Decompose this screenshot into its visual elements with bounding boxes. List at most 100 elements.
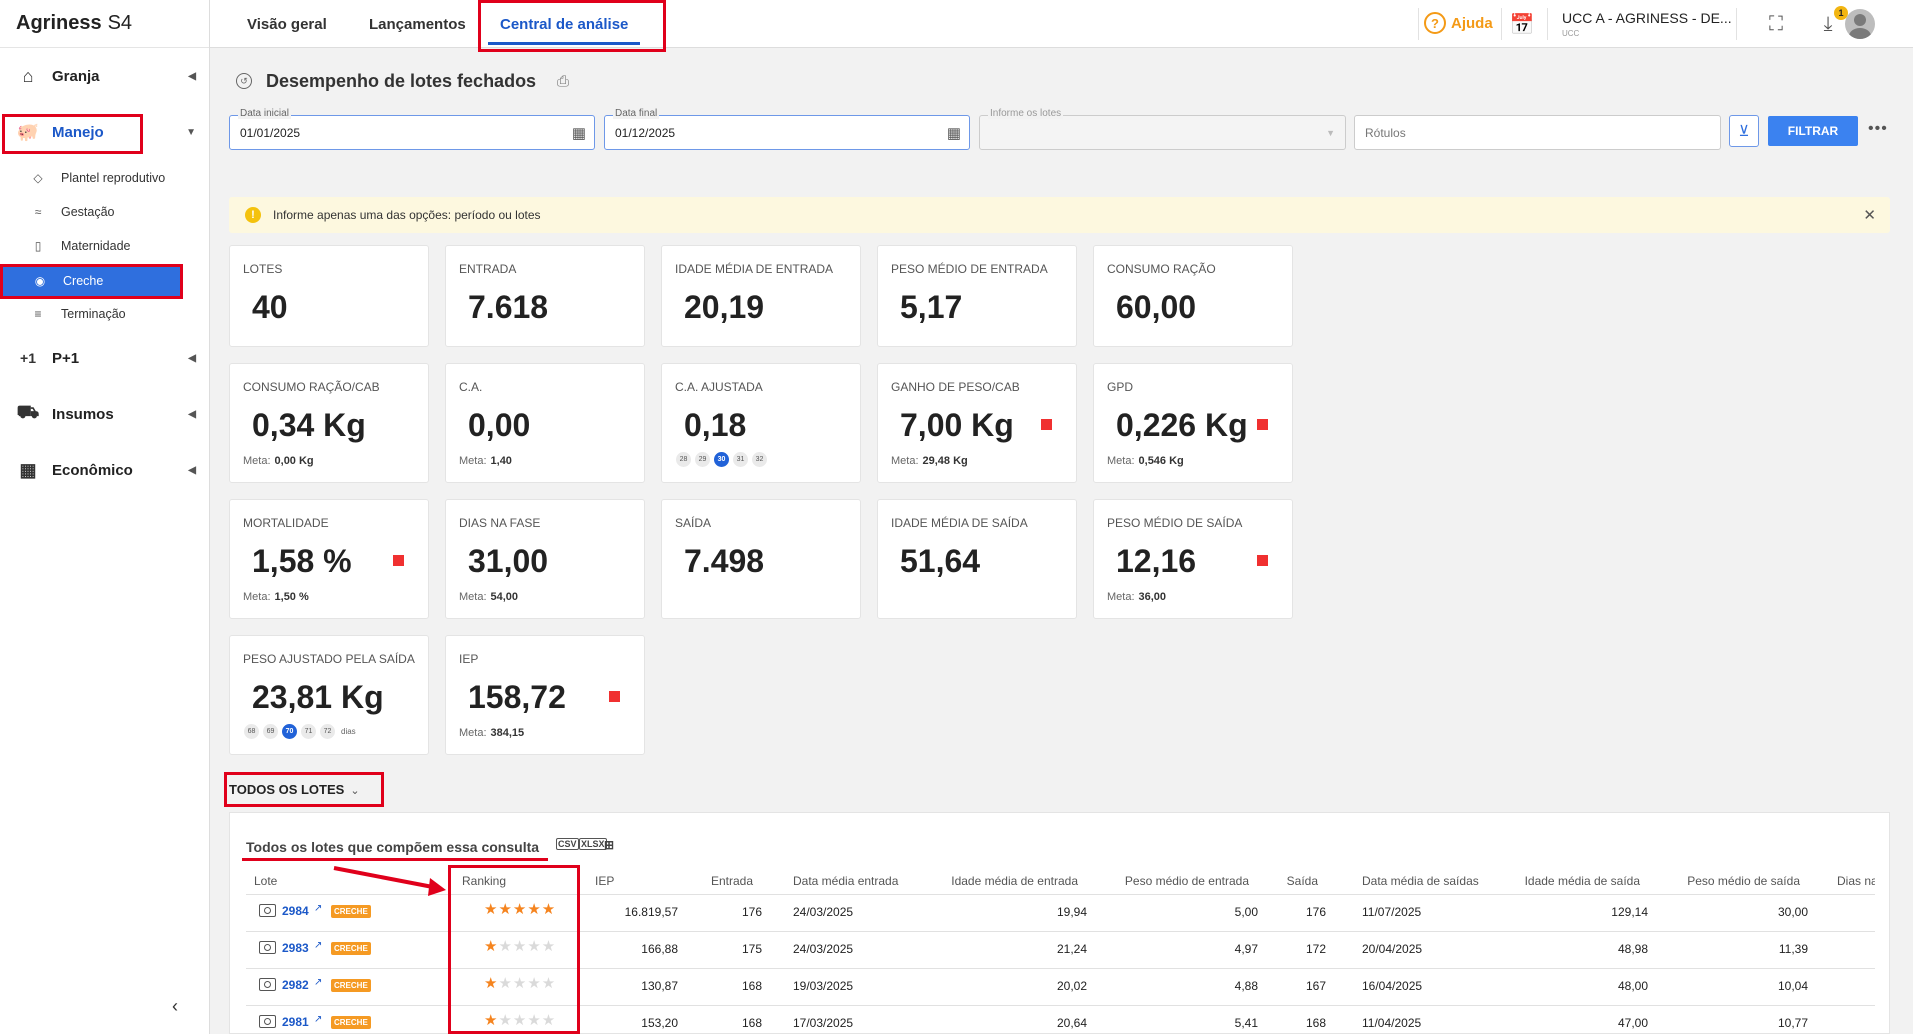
sidebar-subitem-plantel[interactable]: ◇ Plantel reprodutivo — [0, 163, 210, 193]
status-badge: CRECHE — [331, 979, 371, 992]
pig-icon: 🐖 — [16, 121, 40, 142]
avatar[interactable] — [1845, 9, 1875, 39]
page-title: Desempenho de lotes fechados — [266, 71, 537, 91]
sidebar-subitem-maternidade[interactable]: ▯ Maternidade — [0, 231, 210, 261]
card-peso-medio-entrada: Peso médio de entrada 5,17 — [877, 245, 1077, 347]
external-link-icon[interactable]: ↗ — [314, 1014, 322, 1025]
column-header-idade-media-saida[interactable]: Idade média de saída — [1480, 874, 1640, 888]
close-icon[interactable]: ✕ — [1863, 206, 1876, 224]
tab-lancamentos[interactable]: Lançamentos — [369, 0, 466, 48]
column-header-data-media-entrada[interactable]: Data média entrada — [793, 874, 898, 888]
cell-idade-saida: 48,00 — [1617, 979, 1648, 993]
lote-link[interactable]: 2983 — [282, 941, 309, 955]
sidebar-item-insumos[interactable]: ⛟ Insumos ◀ — [0, 394, 210, 434]
external-link-icon[interactable]: ↗ — [314, 940, 322, 951]
lote-link[interactable]: 2982 — [282, 978, 309, 992]
sidebar-item-economico[interactable]: ▦ Econômico ◀ — [0, 450, 210, 490]
column-header-data-media-saidas[interactable]: Data média de saídas — [1362, 874, 1479, 888]
day-pill[interactable]: 72 — [320, 724, 335, 739]
alert-flag — [1257, 419, 1268, 430]
column-header-idade-media-entrada[interactable]: Idade média de entrada — [900, 874, 1078, 888]
scan-icon[interactable]: ⛶ — [1762, 10, 1790, 38]
day-pill-selected[interactable]: 70 — [282, 724, 297, 739]
alert-flag — [1257, 555, 1268, 566]
collapse-sidebar-icon[interactable]: ‹ — [172, 996, 178, 1017]
external-link-icon[interactable]: ↗ — [314, 903, 322, 914]
tab-visao-geral[interactable]: Visão geral — [247, 0, 327, 48]
sidebar-subitem-gestacao[interactable]: ≈ Gestação — [0, 197, 210, 227]
cell-saida: 176 — [1305, 905, 1326, 919]
column-header-ranking[interactable]: Ranking — [462, 874, 506, 888]
sidebar-subitem-terminacao[interactable]: ≡ Terminação — [0, 299, 210, 329]
table-title: Todos os lotes que compõem essa consulta — [246, 839, 540, 855]
lote-link[interactable]: 2981 — [282, 1015, 309, 1029]
todos-os-lotes-toggle[interactable]: TODOS OS LOTES ⌄ — [229, 782, 360, 797]
column-header-lote[interactable]: Lote — [254, 874, 277, 888]
rotulos-input[interactable]: Rótulos — [1354, 115, 1721, 150]
column-header-peso-medio-saida[interactable]: Peso médio de saída — [1640, 874, 1800, 888]
day-pill[interactable]: 31 — [733, 452, 748, 467]
export-csv-icon[interactable]: CSV — [556, 838, 579, 850]
cell-entrada: 176 — [741, 905, 762, 919]
more-options-icon[interactable]: ••• — [1868, 120, 1888, 138]
alert-flag — [1041, 419, 1052, 430]
start-date-field[interactable]: Data inicial 01/01/2025 ▦ — [229, 108, 595, 150]
day-pill[interactable]: 71 — [301, 724, 316, 739]
card-idade-media-saida: Idade média de saída 51,64 — [877, 499, 1077, 619]
calendar-icon[interactable]: 📅 — [1508, 10, 1536, 38]
ranking-stars: ★★★★★ — [484, 938, 557, 955]
view-icon[interactable] — [259, 904, 276, 917]
card-iep: IEP 158,72 Meta: 384,15 — [445, 635, 645, 755]
sidebar-item-p1[interactable]: +1 P+1 ◀ — [0, 338, 210, 378]
lote-link[interactable]: 2984 — [282, 904, 309, 918]
lotes-select[interactable]: Informe os lotes ▼ — [979, 108, 1346, 150]
divider — [246, 968, 1875, 969]
divider — [246, 931, 1875, 932]
cell-idade-entrada: 20,02 — [1056, 979, 1087, 993]
tab-central-de-analise[interactable]: Central de análise — [488, 0, 641, 48]
cell-entrada: 168 — [741, 1016, 762, 1030]
org-selector[interactable]: UCC A - AGRINESS - DE... UCC — [1562, 10, 1732, 38]
cell-saida: 167 — [1305, 979, 1326, 993]
day-pill[interactable]: 32 — [752, 452, 767, 467]
sidebar-subitem-creche[interactable]: ◉ Creche — [2, 266, 180, 296]
column-header-dias[interactable]: Dias na — [1837, 874, 1875, 888]
download-icon[interactable]: ⤓ 1 — [1814, 6, 1848, 38]
view-icon[interactable] — [259, 978, 276, 991]
info-alert: ! Informe apenas uma das opções: período… — [229, 197, 1890, 233]
print-icon[interactable]: ⎙ — [557, 73, 569, 90]
chevron-left-icon: ◀ — [188, 352, 196, 364]
sidebar-item-manejo[interactable]: 🐖 Manejo ▼ — [0, 112, 210, 152]
day-pill[interactable]: 29 — [695, 452, 710, 467]
advanced-filter-button[interactable]: ⊻ — [1729, 115, 1759, 147]
card-dias-na-fase: Dias na fase 31,00 Meta: 54,00 — [445, 499, 645, 619]
day-pill[interactable]: 68 — [244, 724, 259, 739]
sidebar-item-granja[interactable]: ⌂ Granja ◀ — [0, 56, 210, 96]
column-header-entrada[interactable]: Entrada — [660, 874, 753, 888]
plus-one-icon: +1 — [20, 350, 36, 366]
card-saida: Saída 7.498 — [661, 499, 861, 619]
calendar-icon[interactable]: ▦ — [947, 124, 961, 142]
cell-saida: 168 — [1305, 1016, 1326, 1030]
cell-data-entrada: 17/03/2025 — [793, 1016, 854, 1030]
day-pill[interactable]: 69 — [263, 724, 278, 739]
cell-data-saida: 11/07/2025 — [1362, 905, 1422, 919]
column-header-peso-medio-entrada[interactable]: Peso médio de entrada — [1080, 874, 1249, 888]
view-icon[interactable] — [259, 1015, 276, 1028]
help-button[interactable]: ? Ajuda — [1424, 12, 1493, 34]
end-date-field[interactable]: Data final 01/12/2025 ▦ — [604, 108, 970, 150]
cell-idade-entrada: 21,24 — [1056, 942, 1087, 956]
cell-idade-saida: 129,14 — [1611, 905, 1648, 919]
filter-button[interactable]: FILTRAR — [1768, 116, 1858, 146]
view-icon[interactable] — [259, 941, 276, 954]
card-mortalidade: Mortalidade 1,58 % Meta: 1,50 % — [229, 499, 429, 619]
day-pill-selected[interactable]: 30 — [714, 452, 729, 467]
day-pill[interactable]: 28 — [676, 452, 691, 467]
column-header-iep[interactable]: IEP — [595, 874, 614, 888]
pill-unit: dias — [341, 727, 356, 736]
calendar-icon[interactable]: ▦ — [572, 124, 586, 142]
columns-config-icon[interactable]: ⊞ — [603, 838, 615, 852]
external-link-icon[interactable]: ↗ — [314, 977, 322, 988]
divider — [1736, 8, 1737, 40]
column-header-saida[interactable]: Saída — [1250, 874, 1318, 888]
